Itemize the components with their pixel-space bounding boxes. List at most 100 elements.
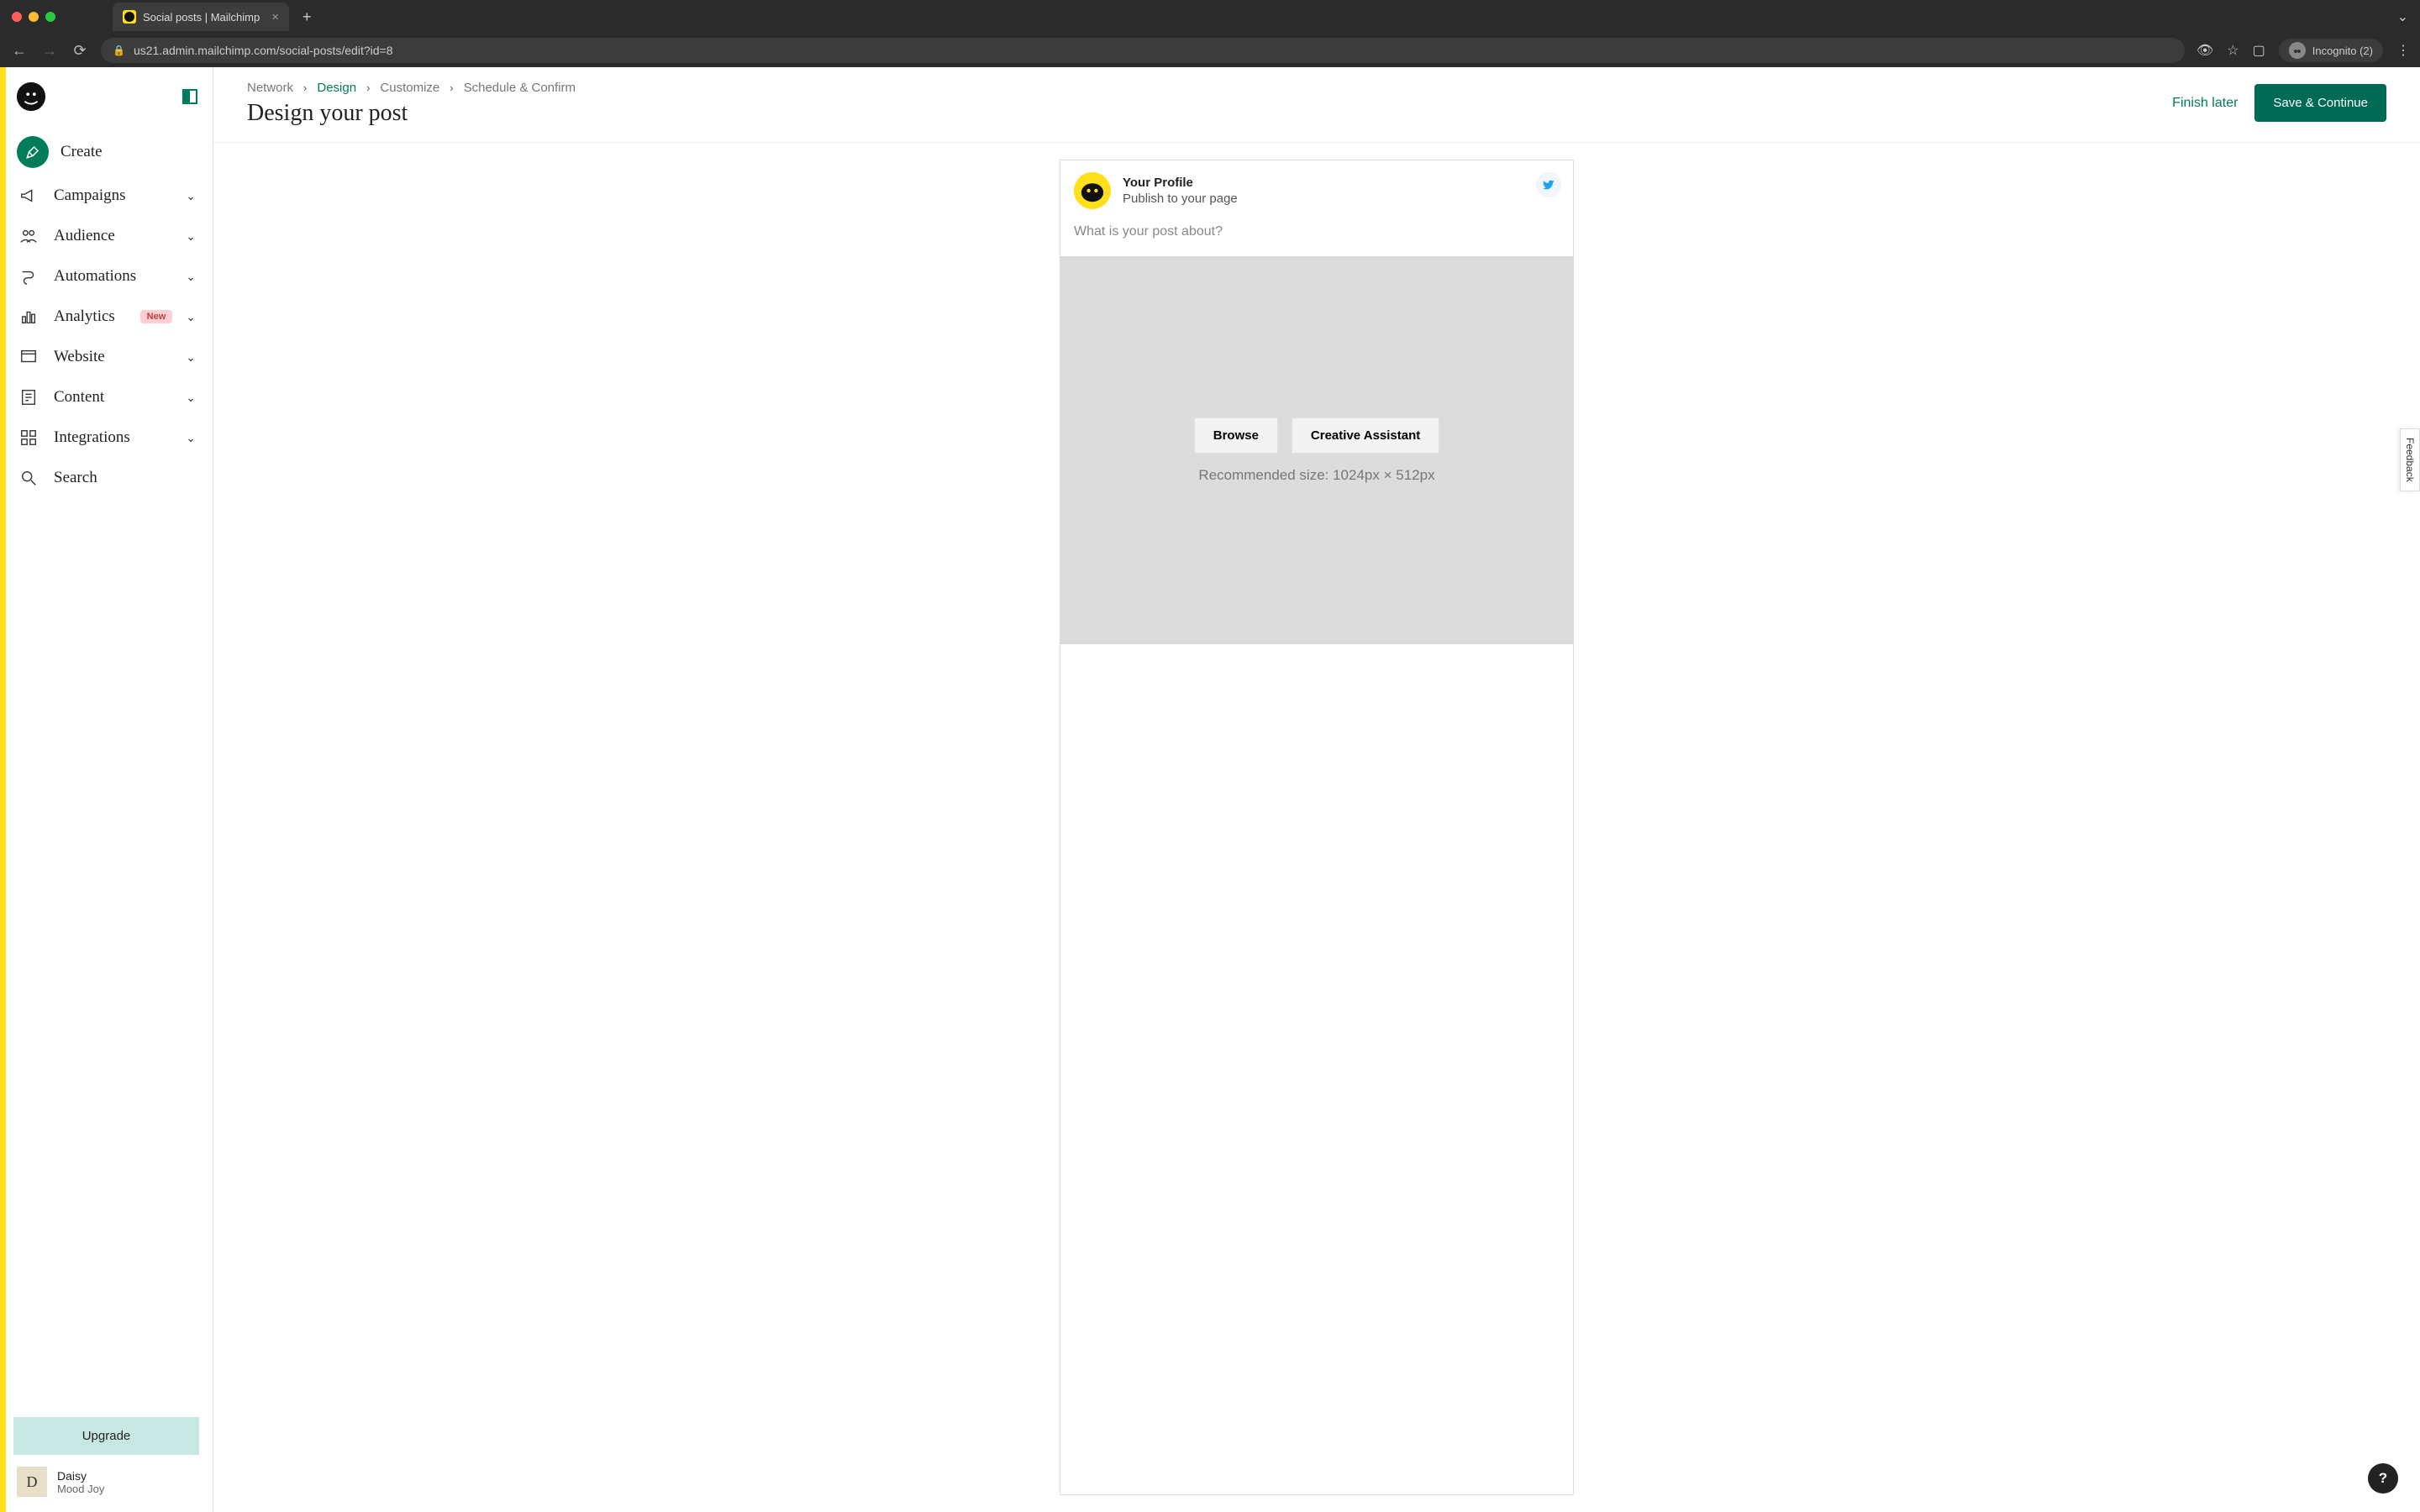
website-icon: [17, 348, 40, 366]
panel-icon[interactable]: ▢: [2253, 42, 2265, 59]
browser-chrome: Social posts | Mailchimp × + ⌄ ← → ⟳ 🔒 u…: [0, 0, 2420, 67]
automations-icon: [17, 267, 40, 286]
tabs-overflow-icon[interactable]: ⌄: [2397, 8, 2420, 25]
chevron-down-icon: ⌄: [186, 270, 196, 284]
incognito-icon: [2289, 42, 2306, 59]
profile-avatar-icon: [1074, 172, 1111, 209]
incognito-badge[interactable]: Incognito (2): [2279, 39, 2383, 62]
content-icon: [17, 388, 40, 407]
post-placeholder: What is your post about?: [1074, 224, 1223, 239]
integrations-icon: [17, 428, 40, 447]
sidebar: Create Campaigns ⌄ Audience ⌄: [0, 67, 213, 1512]
profile-name: Your Profile: [1123, 176, 1238, 190]
sidebar-item-label: Automations: [54, 267, 172, 286]
post-card: Your Profile Publish to your page What i…: [1060, 160, 1574, 1495]
sidebar-item-label: Search: [54, 469, 196, 487]
sidebar-item-analytics[interactable]: Analytics New ⌄: [8, 297, 204, 336]
browser-tab[interactable]: Social posts | Mailchimp ×: [113, 3, 289, 31]
sidebar-item-label: Audience: [54, 227, 172, 245]
sidebar-item-label: Website: [54, 348, 172, 366]
breadcrumb-step[interactable]: Schedule & Confirm: [464, 81, 576, 95]
tab-close-icon[interactable]: ×: [271, 10, 279, 24]
breadcrumb-step[interactable]: Network: [247, 81, 293, 95]
sidebar-item-content[interactable]: Content ⌄: [8, 378, 204, 417]
analytics-icon: [17, 307, 40, 326]
create-icon: [17, 136, 49, 168]
mailchimp-logo-icon[interactable]: [15, 81, 47, 113]
chevron-down-icon: ⌄: [186, 350, 196, 365]
url-input[interactable]: 🔒 us21.admin.mailchimp.com/social-posts/…: [101, 38, 2185, 63]
sidebar-item-automations[interactable]: Automations ⌄: [8, 257, 204, 296]
favicon-icon: [123, 10, 136, 24]
browser-menu-icon[interactable]: ⋮: [2396, 42, 2410, 59]
breadcrumb-step-active[interactable]: Design: [317, 81, 356, 95]
audience-icon: [17, 227, 40, 245]
new-tab-button[interactable]: +: [296, 5, 318, 29]
sidebar-item-search[interactable]: Search: [8, 459, 204, 497]
page-title: Design your post: [247, 100, 2172, 127]
chevron-right-icon: ›: [366, 81, 370, 94]
post-header: Your Profile Publish to your page: [1060, 160, 1573, 218]
sidebar-item-audience[interactable]: Audience ⌄: [8, 217, 204, 255]
sidebar-nav: Create Campaigns ⌄ Audience ⌄: [0, 129, 213, 497]
browse-button[interactable]: Browse: [1194, 417, 1278, 454]
media-upload-area[interactable]: Browse Creative Assistant Recommended si…: [1060, 256, 1573, 644]
new-badge: New: [140, 310, 173, 323]
creative-assistant-button[interactable]: Creative Assistant: [1292, 417, 1439, 454]
sidebar-item-website[interactable]: Website ⌄: [8, 338, 204, 376]
breadcrumb-step[interactable]: Customize: [380, 81, 439, 95]
upgrade-button[interactable]: Upgrade: [13, 1417, 199, 1455]
sidebar-item-label: Campaigns: [54, 186, 172, 205]
forward-button[interactable]: →: [40, 42, 59, 60]
app-root: Create Campaigns ⌄ Audience ⌄: [0, 67, 2420, 1512]
chevron-down-icon: ⌄: [186, 229, 196, 244]
sidebar-create-button[interactable]: Create: [8, 129, 204, 175]
twitter-icon: [1536, 172, 1561, 197]
content-area: Your Profile Publish to your page What i…: [213, 143, 2420, 1512]
chevron-down-icon: ⌄: [186, 431, 196, 445]
lock-icon: 🔒: [113, 45, 125, 56]
eye-off-icon[interactable]: 👁: [2196, 42, 2213, 59]
size-hint: Recommended size: 1024px × 512px: [1198, 467, 1434, 484]
sidebar-item-campaigns[interactable]: Campaigns ⌄: [8, 176, 204, 215]
sidebar-collapse-icon[interactable]: [182, 89, 197, 104]
main-content: Network › Design › Customize › Schedule …: [213, 67, 2420, 1512]
tab-title: Social posts | Mailchimp: [143, 11, 260, 24]
sidebar-item-integrations[interactable]: Integrations ⌄: [8, 418, 204, 457]
bookmark-icon[interactable]: ☆: [2227, 42, 2238, 59]
post-text-input[interactable]: What is your post about?: [1060, 218, 1573, 256]
header-bar: Network › Design › Customize › Schedule …: [213, 67, 2420, 143]
help-button[interactable]: ?: [2368, 1463, 2398, 1494]
sidebar-item-label: Content: [54, 388, 172, 407]
chevron-down-icon: ⌄: [186, 189, 196, 203]
user-subtitle: Mood Joy: [57, 1483, 104, 1495]
breadcrumb: Network › Design › Customize › Schedule …: [247, 81, 2172, 95]
chevron-down-icon: ⌄: [186, 391, 196, 405]
profile-subtitle: Publish to your page: [1123, 192, 1238, 206]
url-text: us21.admin.mailchimp.com/social-posts/ed…: [134, 44, 393, 57]
create-label: Create: [60, 143, 103, 161]
save-continue-button[interactable]: Save & Continue: [2254, 84, 2386, 122]
window-minimize-icon[interactable]: [29, 12, 39, 22]
window-close-icon[interactable]: [12, 12, 22, 22]
window-maximize-icon[interactable]: [45, 12, 55, 22]
chevron-down-icon: ⌄: [186, 310, 196, 324]
chevron-right-icon: ›: [450, 81, 453, 94]
user-avatar: D: [17, 1467, 47, 1497]
reload-button[interactable]: ⟳: [71, 42, 89, 60]
search-icon: [17, 469, 40, 487]
finish-later-link[interactable]: Finish later: [2172, 96, 2238, 111]
sidebar-item-label: Analytics: [54, 307, 127, 326]
chevron-right-icon: ›: [303, 81, 307, 94]
brand-accent-strip: [0, 67, 6, 1512]
address-bar: ← → ⟳ 🔒 us21.admin.mailchimp.com/social-…: [0, 34, 2420, 67]
back-button[interactable]: ←: [10, 42, 29, 60]
tab-bar: Social posts | Mailchimp × + ⌄: [0, 0, 2420, 34]
sidebar-item-label: Integrations: [54, 428, 172, 447]
feedback-tab[interactable]: Feedback: [2400, 428, 2420, 491]
incognito-label: Incognito (2): [2312, 45, 2373, 57]
user-block[interactable]: D Daisy Mood Joy: [13, 1455, 199, 1505]
megaphone-icon: [17, 186, 40, 205]
user-name: Daisy: [57, 1469, 104, 1483]
traffic-lights: [12, 12, 55, 22]
